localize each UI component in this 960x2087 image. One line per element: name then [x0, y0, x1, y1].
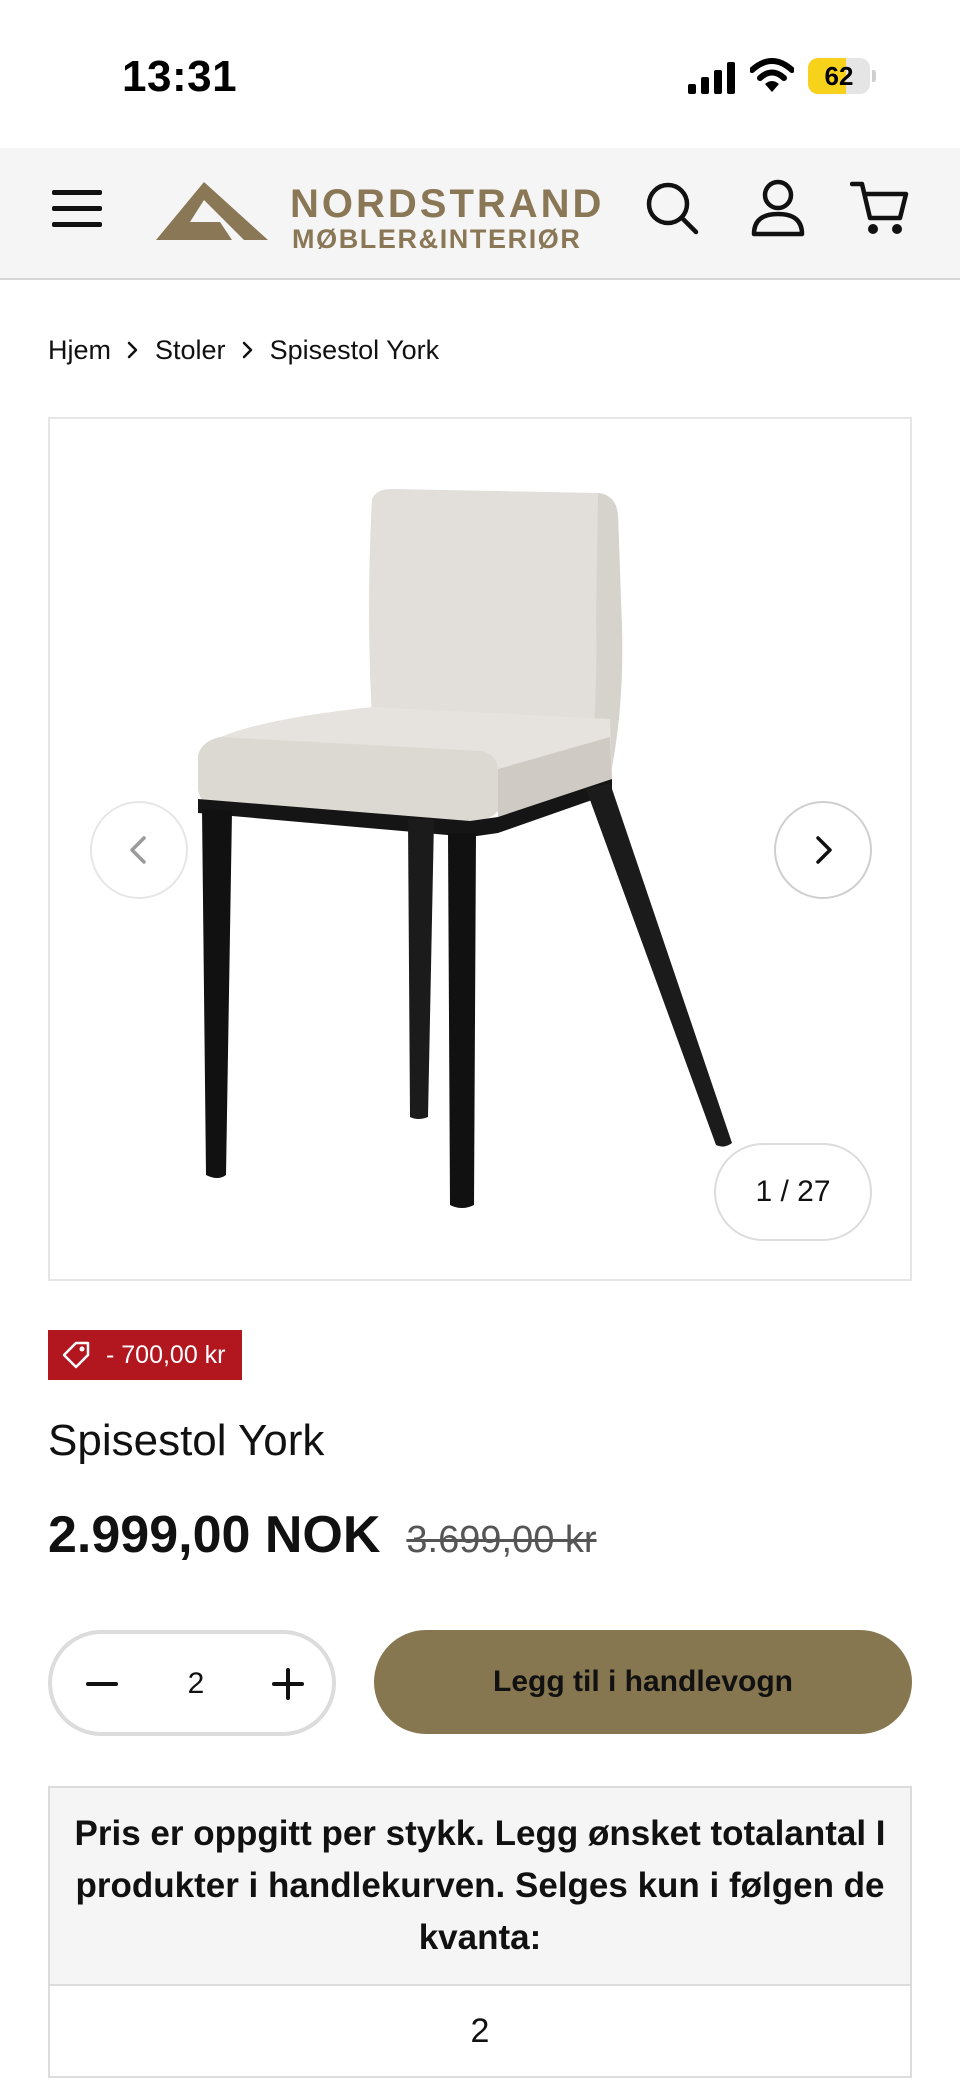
battery-level: 62: [824, 61, 854, 91]
logo[interactable]: NORDSTRAND MØBLER&INTERIØR: [156, 172, 620, 256]
cellular-signal-icon: [688, 62, 735, 94]
chevron-right-icon: [127, 341, 138, 359]
gallery-next-button[interactable]: [774, 801, 872, 899]
cart-icon[interactable]: [850, 178, 910, 238]
logo-title: NORDSTRAND: [290, 182, 605, 226]
menu-icon[interactable]: [52, 186, 102, 230]
quantity-decrease-button[interactable]: [74, 1656, 130, 1712]
discount-badge: - 700,00 kr: [48, 1330, 242, 1380]
tag-icon: [62, 1341, 90, 1369]
chevron-left-icon: [130, 836, 146, 864]
old-price: 3.699,00 kr: [406, 1519, 597, 1561]
quantity-increase-button[interactable]: [260, 1656, 316, 1712]
logo-subtitle: MØBLER&INTERIØR: [292, 224, 582, 254]
battery-icon: 62: [808, 58, 876, 94]
status-time: 13:31: [122, 52, 238, 101]
quantity-info-header: Pris er oppgitt per stykk. Legg ønsket t…: [50, 1788, 910, 1986]
chevron-right-icon: [242, 341, 252, 359]
search-icon[interactable]: [644, 178, 700, 238]
minus-icon: [86, 1682, 118, 1686]
discount-badge-text: - 700,00 kr: [106, 1340, 226, 1369]
wifi-icon: [750, 58, 794, 92]
add-to-cart-button[interactable]: Legg til i handlevogn: [374, 1630, 912, 1734]
product-gallery: 1 / 27: [48, 417, 912, 1281]
breadcrumb: Hjem Stoler Spisestol York: [48, 330, 439, 370]
quantity-input[interactable]: [144, 1654, 248, 1714]
quantity-info-table: Pris er oppgitt per stykk. Legg ønsket t…: [48, 1786, 912, 2078]
gallery-prev-button[interactable]: [90, 801, 188, 899]
current-price: 2.999,00 NOK: [48, 1506, 381, 1564]
chevron-right-icon: [816, 836, 832, 864]
logo-mark-icon: [156, 182, 268, 240]
breadcrumb-current: Spisestol York: [269, 334, 440, 365]
breadcrumb-category[interactable]: Stoler: [155, 335, 226, 366]
site-header: NORDSTRAND MØBLER&INTERIØR: [0, 148, 960, 280]
status-bar: 13:31 62: [0, 0, 960, 148]
product-title: Spisestol York: [48, 1416, 325, 1465]
gallery-counter: 1 / 27: [714, 1143, 872, 1241]
price-row: 2.999,00 NOK 3.699,00 kr: [48, 1505, 597, 1565]
breadcrumb-home[interactable]: Hjem: [48, 335, 111, 366]
account-icon[interactable]: [750, 178, 806, 238]
plus-icon: [272, 1668, 304, 1700]
quantity-stepper: [48, 1630, 336, 1736]
quantity-info-value: 2: [50, 1986, 910, 2076]
